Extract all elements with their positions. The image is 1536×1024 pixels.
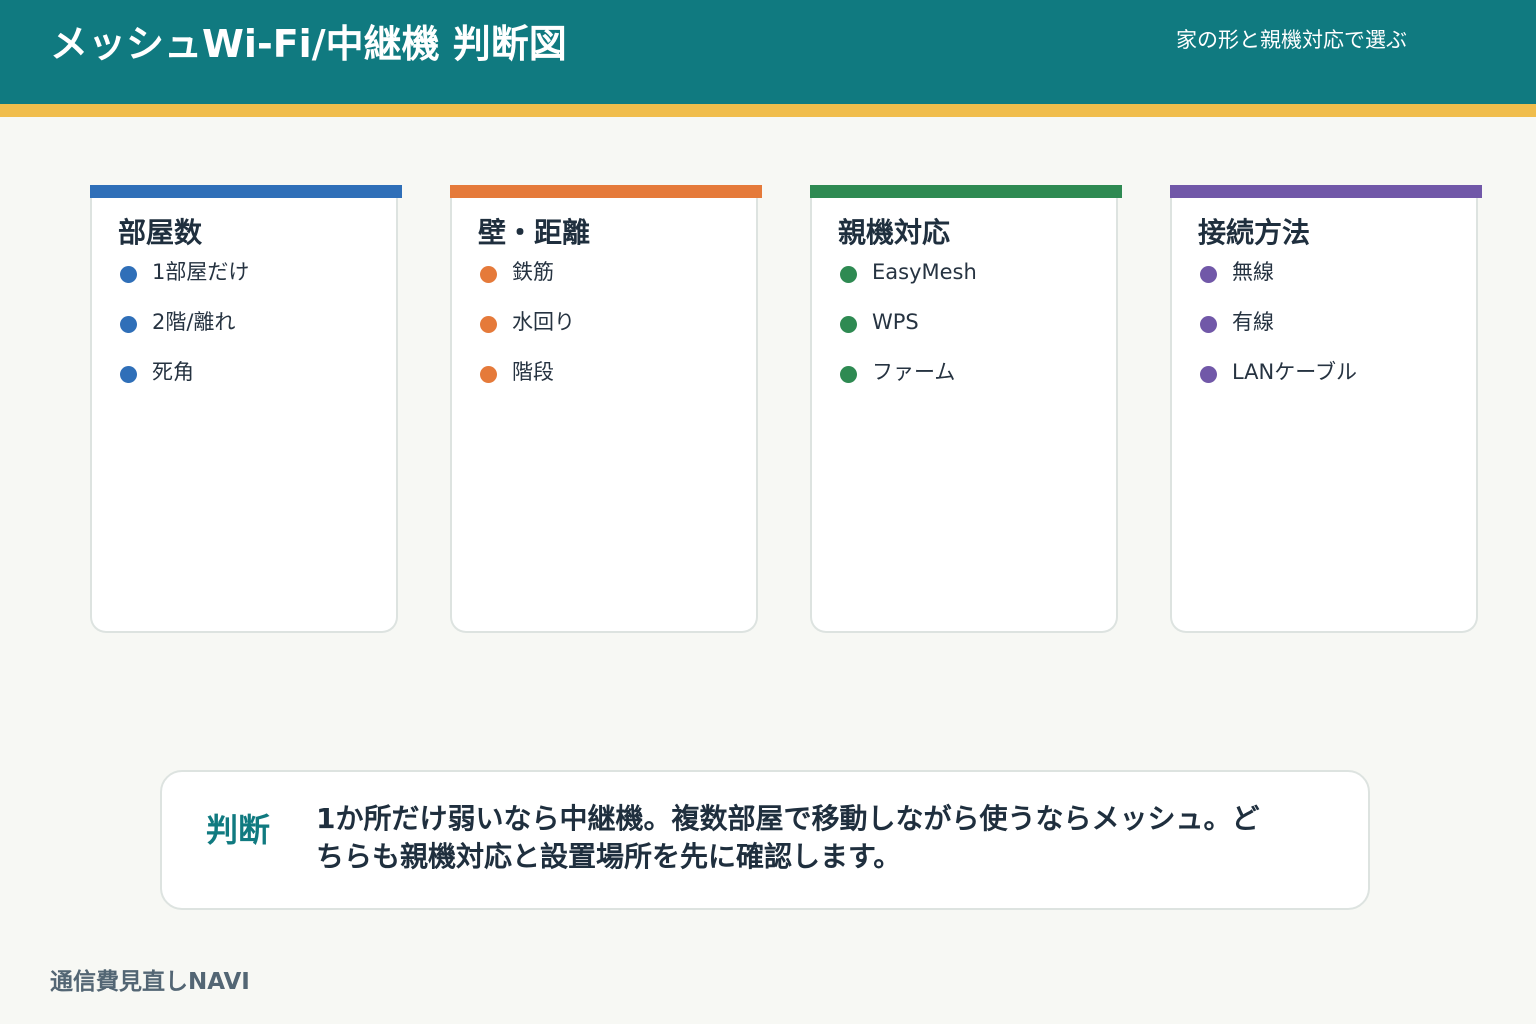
card-room-count: 部屋数 1部屋だけ 2階/離れ 死角: [90, 185, 402, 633]
bullet-dot-icon: [480, 316, 497, 333]
card-accent-bar: [810, 185, 1122, 198]
card-title: 壁・距離: [478, 216, 591, 249]
header-accent-stripe: [0, 104, 1536, 117]
bullet-dot-icon: [120, 366, 137, 383]
card-walls-distance: 壁・距離 鉄筋 水回り 階段: [450, 185, 762, 633]
verdict-label: 判断: [206, 811, 271, 849]
bullet-dot-icon: [840, 266, 857, 283]
page-title: メッシュWi-Fi/中継機 判断図: [50, 22, 567, 66]
list-item-label: 無線: [1232, 260, 1274, 284]
bullet-dot-icon: [1200, 316, 1217, 333]
list-item-label: LANケーブル: [1232, 360, 1357, 384]
bullet-dot-icon: [840, 316, 857, 333]
card-accent-bar: [90, 185, 402, 198]
list-item-label: EasyMesh: [872, 260, 977, 284]
list-item-label: 死角: [152, 360, 194, 384]
page-subtitle: 家の形と親機対応で選ぶ: [1176, 28, 1407, 52]
list-item-label: WPS: [872, 310, 919, 334]
verdict-text: 1か所だけ弱いなら中継機。複数部屋で移動しながら使うならメッシュ。どちらも親機対…: [316, 802, 1260, 873]
bullet-dot-icon: [840, 366, 857, 383]
list-item-label: 2階/離れ: [152, 310, 236, 334]
card-connection-method: 接続方法 無線 有線 LANケーブル: [1170, 185, 1482, 633]
card-title: 接続方法: [1198, 216, 1311, 249]
list-item-label: 水回り: [512, 310, 575, 334]
card-accent-bar: [1170, 185, 1482, 198]
card-title: 親機対応: [838, 216, 951, 249]
list-item-label: ファーム: [872, 360, 956, 384]
footer-brand: 通信費見直しNAVI: [50, 969, 250, 995]
bullet-dot-icon: [120, 316, 137, 333]
verdict-box: 判断 1か所だけ弱いなら中継機。複数部屋で移動しながら使うならメッシュ。どちらも…: [160, 770, 1370, 910]
bullet-dot-icon: [120, 266, 137, 283]
bullet-dot-icon: [1200, 266, 1217, 283]
card-title: 部屋数: [118, 216, 203, 249]
list-item-label: 鉄筋: [512, 260, 554, 284]
list-item-label: 1部屋だけ: [152, 260, 250, 284]
list-item-label: 有線: [1232, 310, 1274, 334]
bullet-dot-icon: [480, 366, 497, 383]
bullet-dot-icon: [1200, 366, 1217, 383]
list-item-label: 階段: [512, 360, 554, 384]
card-router-support: 親機対応 EasyMesh WPS ファーム: [810, 185, 1122, 633]
bullet-dot-icon: [480, 266, 497, 283]
card-accent-bar: [450, 185, 762, 198]
